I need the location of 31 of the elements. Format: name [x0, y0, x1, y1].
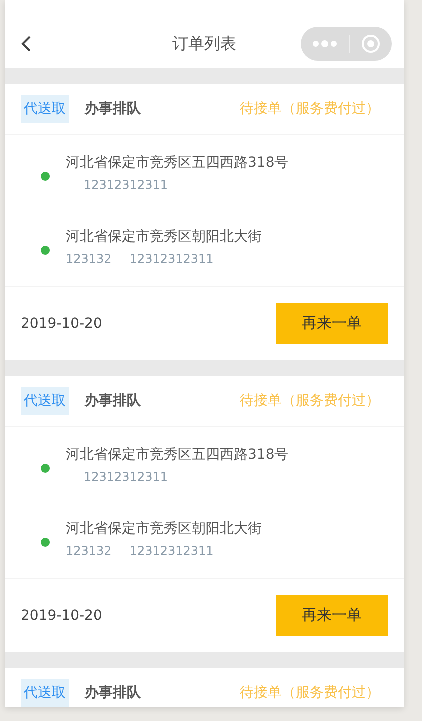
service-name: 办事排队: [85, 684, 141, 702]
more-icon[interactable]: [312, 39, 338, 49]
location-dot-icon: [41, 172, 50, 180]
order-tag: 代送取: [21, 95, 69, 123]
order-tag: 代送取: [21, 679, 69, 707]
service-name: 办事排队: [85, 100, 141, 118]
order-tag: 代送取: [21, 387, 69, 415]
address-text: 河北省保定市竞秀区五四西路318号: [66, 446, 289, 464]
contact-name: 123132: [66, 544, 112, 558]
order-status: 待接单（服务费付过）: [240, 684, 380, 702]
contact-phone: 12312312311: [84, 470, 168, 484]
address-text: 河北省保定市竞秀区朝阳北大街: [66, 520, 262, 538]
contact-phone: 12312312311: [84, 178, 168, 192]
contact-phone: 12312312311: [130, 252, 214, 266]
address-text: 河北省保定市竞秀区朝阳北大街: [66, 228, 262, 246]
service-name: 办事排队: [85, 392, 141, 410]
address-text: 河北省保定市竞秀区五四西路318号: [66, 154, 289, 172]
location-dot-icon: [41, 538, 50, 546]
order-status: 待接单（服务费付过）: [240, 392, 380, 410]
page-title: 订单列表: [172, 34, 236, 54]
order-date: 2019-10-20: [21, 608, 102, 624]
contact-phone: 12312312311: [130, 544, 214, 558]
order-status: 待接单（服务费付过）: [240, 100, 380, 118]
order-date: 2019-10-20: [21, 316, 102, 332]
back-icon[interactable]: [20, 35, 32, 53]
reorder-button[interactable]: 再来一单: [276, 595, 388, 636]
location-dot-icon: [41, 246, 50, 254]
reorder-button[interactable]: 再来一单: [276, 303, 388, 344]
capsule-menu[interactable]: [301, 27, 392, 61]
contact-name: 123132: [66, 252, 112, 266]
location-dot-icon: [41, 464, 50, 472]
